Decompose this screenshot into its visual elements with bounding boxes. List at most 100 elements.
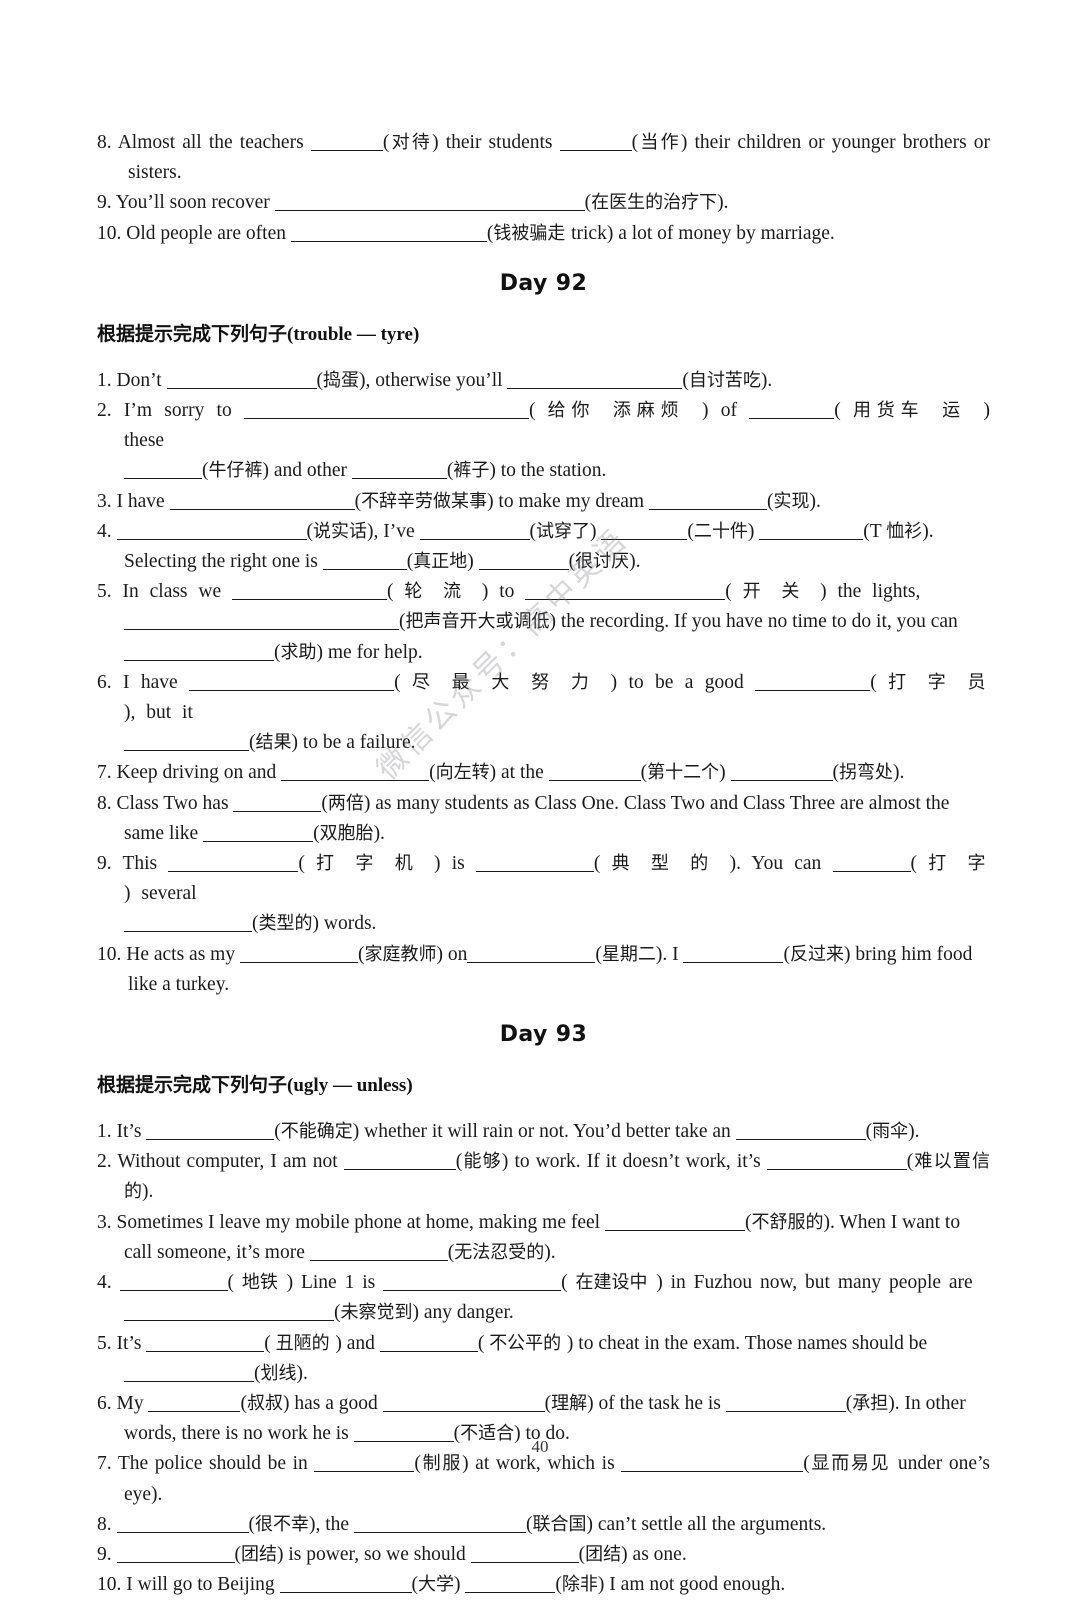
sentence-text: ) — [590, 520, 602, 542]
question-line: like a turkey. — [97, 970, 990, 1000]
question-item: 3. I have (不辞辛劳做某事) to make my dream (实现… — [97, 487, 990, 517]
answer-blank[interactable] — [309, 1245, 448, 1261]
answer-blank[interactable] — [124, 735, 249, 752]
answer-blank[interactable] — [383, 1275, 562, 1292]
answer-blank[interactable] — [148, 1396, 241, 1412]
chinese-hint: 打 字 员 — [888, 671, 991, 693]
sentence-text: ) — [719, 762, 731, 784]
answer-blank[interactable] — [353, 1517, 526, 1533]
answer-blank[interactable] — [735, 1124, 866, 1141]
answer-blank[interactable] — [683, 947, 784, 963]
chinese-hint: 雨伞 — [872, 1121, 909, 1143]
answer-blank[interactable] — [146, 1124, 275, 1141]
question-line: Selecting the right one is (真正地) (很讨厌). — [97, 547, 990, 577]
sentence-text: ) any danger. — [412, 1302, 514, 1324]
answer-blank[interactable] — [419, 524, 530, 540]
answer-blank[interactable] — [648, 494, 767, 510]
chinese-hint: 划线 — [260, 1362, 297, 1384]
answer-blank[interactable] — [559, 135, 632, 151]
answer-blank[interactable] — [314, 1456, 415, 1473]
answer-blank[interactable] — [766, 1154, 907, 1171]
answer-blank[interactable] — [232, 584, 388, 601]
answer-blank[interactable] — [290, 226, 487, 242]
answer-blank[interactable] — [124, 1305, 334, 1322]
answer-blank[interactable] — [124, 463, 202, 480]
question-line: 7. The police should be in (制服) at work,… — [97, 1449, 990, 1509]
sentence-text: ( — [528, 400, 548, 422]
answer-blank[interactable] — [467, 947, 596, 963]
answer-blank[interactable] — [730, 765, 833, 782]
sentence-text: It’s — [116, 1332, 147, 1354]
answer-blank[interactable] — [239, 947, 358, 963]
answer-blank[interactable] — [755, 675, 871, 691]
answer-blank[interactable] — [343, 1154, 456, 1171]
chinese-hint: 不能确定 — [280, 1121, 353, 1143]
answer-blank[interactable] — [116, 1517, 249, 1533]
answer-blank[interactable] — [322, 554, 407, 571]
answer-blank[interactable] — [166, 373, 317, 389]
sentence-text: I’m sorry to — [123, 400, 244, 422]
answer-blank[interactable] — [116, 524, 307, 540]
answer-blank[interactable] — [353, 1426, 454, 1443]
sentence-text: ) of the task he is — [587, 1392, 726, 1414]
answer-blank[interactable] — [621, 1456, 804, 1473]
sentence-text: The police should be in — [117, 1453, 315, 1475]
answer-blank[interactable] — [382, 1396, 545, 1412]
question-number: 3. — [97, 490, 117, 512]
chinese-hint: 叔叔 — [246, 1392, 283, 1414]
answer-blank[interactable] — [124, 614, 399, 631]
answer-blank[interactable] — [203, 826, 314, 842]
answer-blank[interactable] — [281, 765, 430, 782]
question-number: 10. — [97, 222, 127, 244]
answer-blank[interactable] — [116, 1547, 235, 1563]
answer-blank[interactable] — [124, 1366, 254, 1382]
chinese-hint: 打 字 — [928, 853, 991, 875]
question-line: 2. I’m sorry to ( 给你 添麻烦 ) of ( 用货车 运 ) … — [97, 396, 990, 456]
sentence-text: Class Two has — [116, 792, 234, 814]
answer-blank[interactable] — [548, 765, 641, 782]
chinese-hint: 能够 — [462, 1151, 502, 1173]
answer-blank[interactable] — [189, 675, 395, 691]
sentence-text: ) and — [335, 1332, 380, 1354]
answer-blank[interactable] — [168, 856, 299, 873]
answer-blank[interactable] — [379, 1336, 478, 1352]
answer-blank[interactable] — [759, 524, 864, 540]
chinese-hint: 捣蛋 — [323, 369, 360, 391]
answer-blank[interactable] — [274, 195, 585, 212]
answer-blank[interactable] — [351, 463, 447, 480]
answer-blank[interactable] — [146, 1336, 265, 1352]
answer-blank[interactable] — [604, 1215, 745, 1231]
answer-blank[interactable] — [310, 135, 383, 151]
answer-blank[interactable] — [124, 916, 252, 933]
chinese-hint: 承担 — [852, 1392, 889, 1414]
question-line: 2. Without computer, I am not (能够) to wo… — [97, 1147, 990, 1207]
sentence-text: ) bring him food — [843, 943, 973, 965]
question-number: 4. — [97, 520, 117, 542]
question-line: 6. My (叔叔) has a good (理解) of the task h… — [97, 1389, 990, 1419]
answer-blank[interactable] — [119, 1275, 228, 1292]
answer-blank[interactable] — [525, 584, 726, 601]
answer-blank[interactable] — [470, 1547, 579, 1563]
answer-blank[interactable] — [725, 1396, 846, 1412]
answer-blank[interactable] — [465, 1577, 556, 1594]
question-item: 10. Old people are often (钱被骗走 trick) a … — [97, 219, 990, 249]
chinese-hint: 丑陋的 — [275, 1332, 336, 1354]
answer-blank[interactable] — [832, 856, 911, 873]
question-line: (未察觉到) any danger. — [97, 1298, 990, 1328]
day-93-section-heading: 根据提示完成下列句子(ugly — unless) — [97, 1070, 990, 1097]
answer-blank[interactable] — [475, 856, 594, 873]
sentence-text: ). — [142, 1181, 154, 1203]
question-item: 2. Without computer, I am not (能够) to wo… — [97, 1147, 990, 1207]
answer-blank[interactable] — [749, 403, 835, 420]
answer-blank[interactable] — [233, 796, 322, 812]
answer-blank[interactable] — [124, 645, 274, 661]
answer-blank[interactable] — [169, 494, 355, 510]
chinese-hint: 双胞胎 — [319, 822, 374, 844]
answer-blank[interactable] — [279, 1577, 412, 1594]
answer-blank[interactable] — [507, 373, 683, 389]
answer-blank[interactable] — [243, 403, 529, 420]
question-item: 10. He acts as my (家庭教师) on (星期二). I (反过来… — [97, 940, 990, 1000]
answer-blank[interactable] — [601, 524, 688, 540]
answer-blank[interactable] — [478, 554, 569, 571]
sentence-text: ) to the station. — [489, 460, 607, 482]
